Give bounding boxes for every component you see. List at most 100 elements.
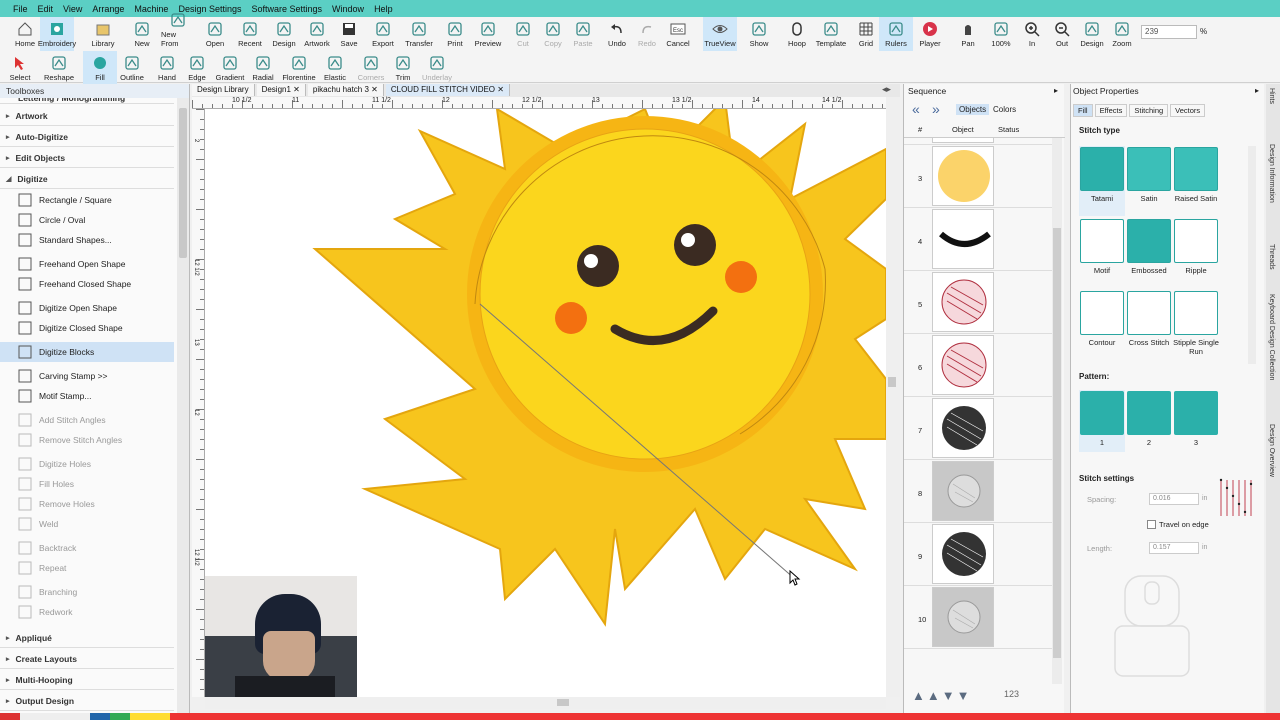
- menu-view[interactable]: View: [58, 4, 87, 14]
- menu-help[interactable]: Help: [369, 4, 398, 14]
- sequence-row[interactable]: 2🔒: [904, 138, 1052, 145]
- zoom-input[interactable]: 239: [1141, 25, 1197, 39]
- tool-branching[interactable]: Branching: [0, 582, 174, 602]
- design-button[interactable]: Design: [1075, 17, 1109, 51]
- sequence-row[interactable]: 7: [904, 398, 1052, 460]
- props-tab[interactable]: Vectors: [1170, 104, 1206, 117]
- out-button[interactable]: Out: [1045, 17, 1079, 51]
- tool-weld[interactable]: Weld: [0, 514, 174, 534]
- tool-fill-holes[interactable]: Fill Holes: [0, 474, 174, 494]
- menu-edit[interactable]: Edit: [33, 4, 59, 14]
- side-tab[interactable]: Hints: [1268, 88, 1275, 104]
- transfer-button[interactable]: Transfer: [402, 17, 436, 51]
- spacing-input[interactable]: 0.016: [1149, 493, 1199, 505]
- side-tab[interactable]: Threads: [1268, 244, 1275, 270]
- toolbox-category[interactable]: ▸ Multi-Hooping: [0, 670, 174, 690]
- props-tab[interactable]: Effects: [1094, 104, 1128, 117]
- sequence-row[interactable]: 4: [904, 209, 1052, 271]
- props-collapse-icon[interactable]: ▸: [1255, 86, 1259, 95]
- doc-tab[interactable]: CLOUD FILL STITCH VIDEO ✕: [385, 84, 510, 96]
- stitch-type-option[interactable]: Satin: [1126, 146, 1172, 216]
- print-button[interactable]: Print: [438, 17, 472, 51]
- stitch-type-option[interactable]: Embossed: [1126, 218, 1172, 288]
- tool-freehand-open-shape[interactable]: Freehand Open Shape: [0, 254, 174, 274]
- recent-button[interactable]: Recent: [233, 17, 267, 51]
- toolbox-category[interactable]: ▸ Auto-Digitize: [0, 127, 174, 147]
- tool-motif-stamp[interactable]: Motif Stamp...: [0, 386, 174, 406]
- sequence-number-icon[interactable]: 123: [1004, 689, 1019, 699]
- object-thumbnail[interactable]: [932, 209, 994, 269]
- toolbox-category-partial[interactable]: Lettering / Monogramming: [0, 98, 174, 104]
- new-from-button[interactable]: New From: [161, 13, 195, 51]
- fill-florentine-button[interactable]: Florentine: [282, 51, 316, 85]
- sequence-next-icon[interactable]: »: [932, 101, 940, 117]
- show-button[interactable]: Show: [742, 17, 776, 51]
- stitch-type-option[interactable]: Cross Stitch: [1126, 290, 1172, 360]
- sequence-scrollbar[interactable]: [1052, 138, 1062, 684]
- tool-digitize-holes[interactable]: Digitize Holes: [0, 454, 174, 474]
- sequence-row[interactable]: 3: [904, 146, 1052, 208]
- sequence-row[interactable]: 5: [904, 272, 1052, 334]
- tool-redwork[interactable]: Redwork: [0, 602, 174, 622]
- artwork-button[interactable]: Artwork: [300, 17, 334, 51]
- sequence-row[interactable]: 9: [904, 524, 1052, 586]
- tool-digitize-blocks[interactable]: Digitize Blocks: [0, 342, 174, 362]
- save-button[interactable]: Save: [332, 17, 366, 51]
- tool-digitize-closed-shape[interactable]: Digitize Closed Shape: [0, 318, 174, 338]
- library-button[interactable]: Library: [86, 17, 120, 51]
- fill-radial-button[interactable]: Radial: [246, 51, 280, 85]
- stitch-type-option[interactable]: Motif: [1079, 218, 1125, 288]
- fill-fill-button[interactable]: Fill: [83, 51, 117, 85]
- menu-software-settings[interactable]: Software Settings: [247, 4, 328, 14]
- doc-tab[interactable]: Design1 ✕: [256, 84, 306, 96]
- tool-remove-holes[interactable]: Remove Holes: [0, 494, 174, 514]
- stitch-type-option[interactable]: Stipple Single Run: [1173, 290, 1219, 360]
- redo-button[interactable]: Redo: [630, 17, 664, 51]
- fill-edge-button[interactable]: Edge: [180, 51, 214, 85]
- fill-hand-button[interactable]: Hand: [150, 51, 184, 85]
- new-button[interactable]: New: [125, 17, 159, 51]
- rulers-button[interactable]: Rulers: [879, 17, 913, 51]
- stitch-type-scrollbar[interactable]: [1248, 146, 1256, 364]
- tool-freehand-closed-shape[interactable]: Freehand Closed Shape: [0, 274, 174, 294]
- length-input[interactable]: 0.157: [1149, 542, 1199, 554]
- tool-repeat[interactable]: Repeat: [0, 558, 174, 578]
- preview-button[interactable]: Preview: [471, 17, 505, 51]
- fill-corners-button[interactable]: Corners: [354, 51, 388, 85]
- open-button[interactable]: Open: [198, 17, 232, 51]
- fill-underlay-button[interactable]: Underlay: [420, 51, 454, 85]
- player-button[interactable]: Player: [913, 17, 947, 51]
- object-thumbnail[interactable]: [932, 398, 994, 458]
- cancel-button[interactable]: Esc Cancel: [661, 17, 695, 51]
- in-button[interactable]: In: [1015, 17, 1049, 51]
- object-thumbnail[interactable]: [932, 146, 994, 206]
- props-tab[interactable]: Stitching: [1129, 104, 1169, 117]
- fill-outline-button[interactable]: Outline: [115, 51, 149, 85]
- menu-machine[interactable]: Machine: [129, 4, 173, 14]
- tab-colors[interactable]: Colors: [990, 104, 1019, 115]
- pattern-option[interactable]: 3: [1173, 390, 1219, 452]
- travel-on-edge-checkbox[interactable]: [1147, 520, 1156, 529]
- tool-remove-stitch-angles[interactable]: Remove Stitch Angles: [0, 430, 174, 450]
- zoom-button[interactable]: Zoom: [1105, 17, 1139, 51]
- toolbox-category[interactable]: ◢ Digitize: [0, 169, 174, 189]
- object-thumbnail[interactable]: [932, 524, 994, 584]
- canvas-hscrollbar[interactable]: [205, 697, 886, 709]
- fill-gradient-button[interactable]: Gradient: [213, 51, 247, 85]
- export-button[interactable]: Export: [366, 17, 400, 51]
- tool-carving-stamp[interactable]: Carving Stamp >>: [0, 366, 174, 386]
- fill-select-button[interactable]: Select: [3, 51, 37, 85]
- pattern-option[interactable]: 2: [1126, 390, 1172, 452]
- embroidery-button[interactable]: Embroidery: [38, 17, 76, 51]
- paste-button[interactable]: Paste: [566, 17, 600, 51]
- doc-tab[interactable]: pikachu hatch 3 ✕: [307, 84, 384, 96]
- toolbox-category[interactable]: ▸ Artwork: [0, 106, 174, 126]
- stitch-type-option[interactable]: Tatami: [1079, 146, 1125, 216]
- menu-window[interactable]: Window: [327, 4, 369, 14]
- toolbox-category[interactable]: ▸ Create Layouts: [0, 649, 174, 669]
- tool-circle-oval[interactable]: Circle / Oval: [0, 210, 174, 230]
- object-thumbnail[interactable]: [932, 335, 994, 395]
- stitch-type-option[interactable]: Contour: [1079, 290, 1125, 360]
- tab-objects[interactable]: Objects: [956, 104, 990, 115]
- tool-standard-shapes[interactable]: Standard Shapes...: [0, 230, 174, 250]
